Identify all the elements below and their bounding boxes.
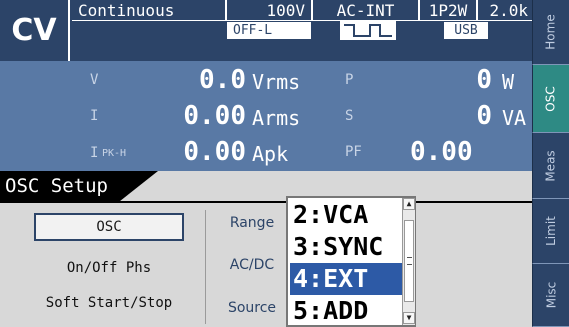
osc-mode-status: Continuous [78,0,175,20]
param-ac-dc[interactable]: AC/DC [222,257,282,273]
coupling-status: AC-INT [336,0,395,20]
status-separator [72,20,532,21]
grip-icon [407,257,412,265]
power-unit: W [502,70,515,94]
source-listbox[interactable]: 2:VCA 3:SYNC 4:EXT 5:ADD [286,196,416,327]
power-factor-value: 0.00 [410,137,473,167]
listbox-item[interactable]: 2:VCA [290,199,402,231]
param-source[interactable]: Source [222,300,282,316]
apparent-power-label: S [345,108,354,124]
current-label: I [90,108,99,124]
power-label: P [345,72,354,88]
usb-status: USB [444,22,488,39]
current-value: 0.00 [183,101,246,131]
measurement-row-peak-current: I PK-H 0.00 Apk PF 0.00 [0,137,532,175]
setup-divider [0,201,532,203]
menu-soft-start-stop-button[interactable]: Soft Start/Stop [9,295,209,311]
apparent-power-value: 0 [476,101,492,131]
listbox-item[interactable]: 3:SYNC [290,231,402,263]
voltage-value: 0.0 [199,65,246,95]
power-factor-label: PF [345,144,362,160]
tab-home[interactable]: Home [532,0,569,65]
param-range[interactable]: Range [222,215,282,231]
peak-current-sublabel: PK-H [102,148,127,159]
scroll-up-arrow-icon[interactable]: ▲ [403,198,415,210]
frequency-status: 2.0k [489,0,528,20]
current-unit: Arms [252,106,301,130]
power-value: 0 [476,65,492,95]
tab-misc[interactable]: Misc [532,264,569,327]
measurement-row-voltage: V 0.0 Vrms P 0 W [0,65,532,103]
menu-separator [205,210,206,324]
overload-status: OFF-L [227,22,311,39]
mode-indicator: CV [0,0,70,61]
apparent-power-unit: VA [502,106,527,130]
menu-osc-button[interactable]: OSC [34,213,184,241]
tab-osc[interactable]: OSC [532,65,569,133]
peak-current-value: 0.00 [183,137,246,167]
peak-current-unit: Apk [252,142,289,166]
menu-on-off-phase-button[interactable]: On/Off Phs [9,260,209,276]
tab-meas[interactable]: Meas [532,133,569,199]
tab-limit[interactable]: Limit [532,199,569,264]
scroll-thumb[interactable] [404,220,414,302]
peak-current-label: I [90,145,99,161]
voltage-unit: Vrms [252,70,301,94]
wiring-status: 1P2W [428,0,468,20]
waveform-icon [340,21,396,40]
measurement-row-current: I 0.00 Arms S 0 VA [0,101,532,139]
scroll-down-arrow-icon[interactable]: ▼ [403,312,415,324]
voltage-label: V [90,72,99,88]
range-status: 100V [266,0,305,20]
listbox-item-selected[interactable]: 4:EXT [290,263,402,295]
listbox-item[interactable]: 5:ADD [290,295,402,327]
listbox-scrollbar[interactable]: ▲ ▼ [402,198,415,325]
